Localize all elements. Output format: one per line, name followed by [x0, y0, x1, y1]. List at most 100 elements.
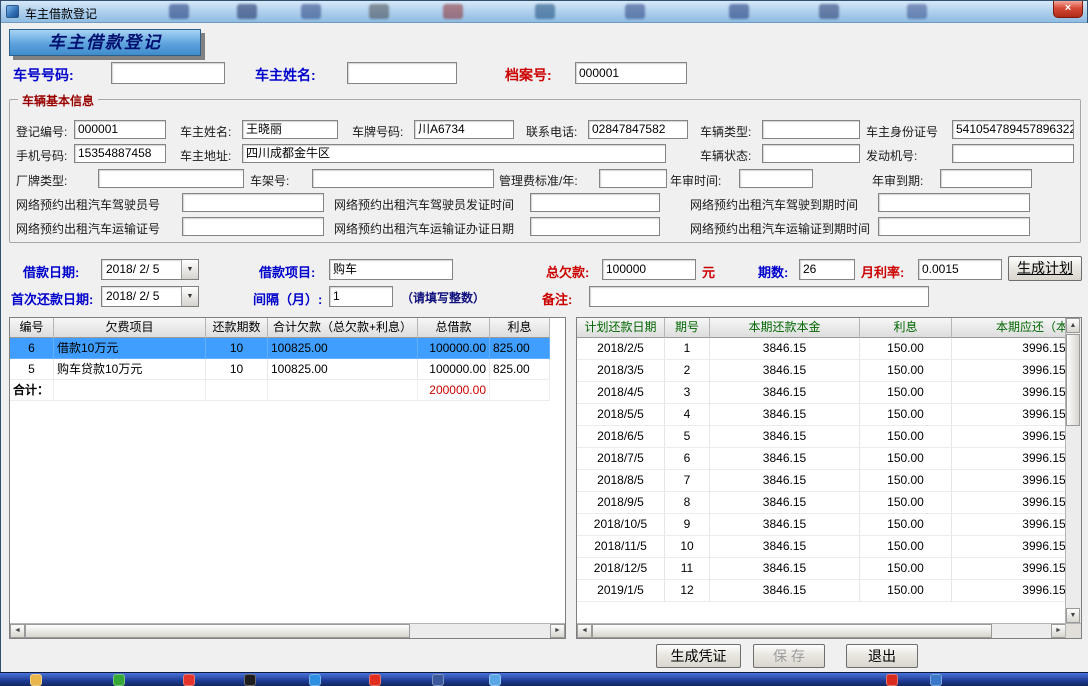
scroll-thumb[interactable]: [1066, 334, 1080, 426]
scroll-left-button[interactable]: ◄: [577, 624, 592, 638]
vi-owner-name-input[interactable]: 王晓丽: [242, 120, 338, 139]
plan-table-row[interactable]: 2019/1/5123846.15150.003996.15: [577, 580, 1066, 602]
mgmt-fee-input[interactable]: [599, 169, 667, 188]
plan-table-row[interactable]: 2018/7/563846.15150.003996.15: [577, 448, 1066, 470]
frame-no-input[interactable]: [312, 169, 494, 188]
plan-column-header: 计划还款日期: [577, 318, 665, 338]
plan-column-header: 本期应还（本息）: [952, 318, 1066, 338]
net-driver-no-input[interactable]: [182, 193, 324, 212]
plan-table-row[interactable]: 2018/3/523846.15150.003996.15: [577, 360, 1066, 382]
brand-type-input[interactable]: [98, 169, 244, 188]
media-app-icon[interactable]: [489, 674, 501, 686]
interval-input[interactable]: 1: [329, 286, 393, 307]
address-input[interactable]: 四川成都金牛区: [242, 144, 666, 163]
net-transport-no-label: 网络预约出租汽车运输证号: [16, 220, 160, 237]
vehicle-info-title: 车辆基本信息: [18, 92, 98, 109]
generate-plan-button[interactable]: 生成计划: [1008, 256, 1082, 281]
folder-icon[interactable]: [30, 674, 42, 686]
loan-date-combo[interactable]: 2018/ 2/ 5 ▼: [101, 259, 199, 280]
reg-no-input[interactable]: 000001: [74, 120, 166, 139]
annual-check-expire-input[interactable]: [940, 169, 1032, 188]
net-transport-issue-input[interactable]: [530, 217, 660, 236]
cell: 9: [665, 514, 710, 536]
cell: 100000.00: [418, 359, 490, 380]
scroll-thumb[interactable]: [25, 624, 410, 638]
plan-column-header: 本期还款本金: [710, 318, 860, 338]
tray-red-icon[interactable]: [886, 674, 898, 686]
loan-item-input[interactable]: 购车: [329, 259, 453, 280]
plan-table-row[interactable]: 2018/9/583846.15150.003996.15: [577, 492, 1066, 514]
dropdown-icon[interactable]: ▼: [181, 287, 198, 306]
cell: 150.00: [860, 338, 952, 360]
facebook-icon[interactable]: [432, 674, 444, 686]
debt-table-row[interactable]: 6借款10万元10100825.00100000.00825.00: [10, 338, 550, 359]
plan-table-row[interactable]: 2018/6/553846.15150.003996.15: [577, 426, 1066, 448]
green-app-icon[interactable]: [113, 674, 125, 686]
vehicle-info-groupbox: 车辆基本信息 登记编号: 000001 车主姓名: 王晓丽 车牌号码: 川A67…: [9, 99, 1081, 243]
scroll-down-button[interactable]: ▼: [1066, 608, 1080, 623]
plate-no-input[interactable]: 川A6734: [414, 120, 514, 139]
plan-table-row[interactable]: 2018/2/513846.15150.003996.15: [577, 338, 1066, 360]
net-driver-expire-input[interactable]: [878, 193, 1030, 212]
engine-no-input[interactable]: [952, 144, 1074, 163]
remark-input[interactable]: [589, 286, 929, 307]
desktop-ghost-icon: [819, 4, 839, 19]
file-no-input[interactable]: 000001: [575, 62, 687, 84]
cell: 150.00: [860, 360, 952, 382]
cell: 10: [665, 536, 710, 558]
save-button[interactable]: 保 存: [753, 644, 825, 668]
debt-table-row[interactable]: 5购车贷款10万元10100825.00100000.00825.00: [10, 359, 550, 380]
desktop-ghost-icon: [729, 4, 749, 19]
annual-check-time-input[interactable]: [739, 169, 813, 188]
scroll-right-button[interactable]: ►: [1051, 624, 1066, 638]
scroll-left-button[interactable]: ◄: [10, 624, 25, 638]
taskbar[interactable]: [0, 672, 1088, 686]
total-debt-input[interactable]: 100000: [602, 259, 696, 280]
phone-input[interactable]: 02847847582: [588, 120, 688, 139]
interval-label: 间隔（月）:: [253, 289, 322, 308]
plan-table-row[interactable]: 2018/10/593846.15150.003996.15: [577, 514, 1066, 536]
dark-music-icon[interactable]: [244, 674, 256, 686]
red-music-icon[interactable]: [183, 674, 195, 686]
title-bar[interactable]: 车主借款登记 ×: [1, 1, 1087, 23]
vehicle-status-input[interactable]: [762, 144, 860, 163]
net-transport-no-input[interactable]: [182, 217, 324, 236]
scroll-up-button[interactable]: ▲: [1066, 318, 1080, 333]
id-no-input[interactable]: 541054789457896322: [952, 120, 1074, 139]
first-repay-date-combo[interactable]: 2018/ 2/ 5 ▼: [101, 286, 199, 307]
exit-button[interactable]: 退出: [846, 644, 918, 668]
net-transport-expire-input[interactable]: [878, 217, 1030, 236]
plan-table-row[interactable]: 2018/8/573846.15150.003996.15: [577, 470, 1066, 492]
plan-table-row[interactable]: 2018/11/5103846.15150.003996.15: [577, 536, 1066, 558]
cell: 3846.15: [710, 536, 860, 558]
cell: 3846.15: [710, 404, 860, 426]
close-button[interactable]: ×: [1053, 1, 1083, 18]
dropdown-icon[interactable]: ▼: [181, 260, 198, 279]
plan-table-hscrollbar[interactable]: ◄ ►: [577, 623, 1066, 638]
generate-voucher-button[interactable]: 生成凭证: [656, 644, 741, 668]
first-repay-date-label: 首次还款日期:: [11, 289, 93, 308]
blue-app-icon[interactable]: [309, 674, 321, 686]
plan-table-vscrollbar[interactable]: ▲ ▼: [1065, 318, 1081, 623]
plan-table-row[interactable]: 2018/4/533846.15150.003996.15: [577, 382, 1066, 404]
debt-table-hscrollbar[interactable]: ◄ ►: [10, 623, 565, 638]
net-driver-issue-input[interactable]: [530, 193, 660, 212]
engine-no-label: 发动机号:: [866, 147, 917, 164]
vehicle-no-input[interactable]: [111, 62, 225, 84]
cell: 6: [10, 338, 54, 359]
owner-name-input[interactable]: [347, 62, 457, 84]
plan-table-row[interactable]: 2018/12/5113846.15150.003996.15: [577, 558, 1066, 580]
debt-column-header: 利息: [490, 318, 550, 338]
plan-table-row[interactable]: 2018/5/543846.15150.003996.15: [577, 404, 1066, 426]
monthly-rate-input[interactable]: 0.0015: [918, 259, 1002, 280]
desktop-ghost-icon: [237, 4, 257, 19]
red-video-icon[interactable]: [369, 674, 381, 686]
scroll-thumb[interactable]: [592, 624, 992, 638]
tray-blue-icon[interactable]: [930, 674, 942, 686]
debt-column-header: 合计欠款（总欠款+利息）: [268, 318, 418, 338]
scroll-right-button[interactable]: ►: [550, 624, 565, 638]
debt-column-header: 编号: [10, 318, 54, 338]
mobile-input[interactable]: 15354887458: [74, 144, 166, 163]
periods-input[interactable]: 26: [799, 259, 855, 280]
vehicle-type-input[interactable]: [762, 120, 860, 139]
